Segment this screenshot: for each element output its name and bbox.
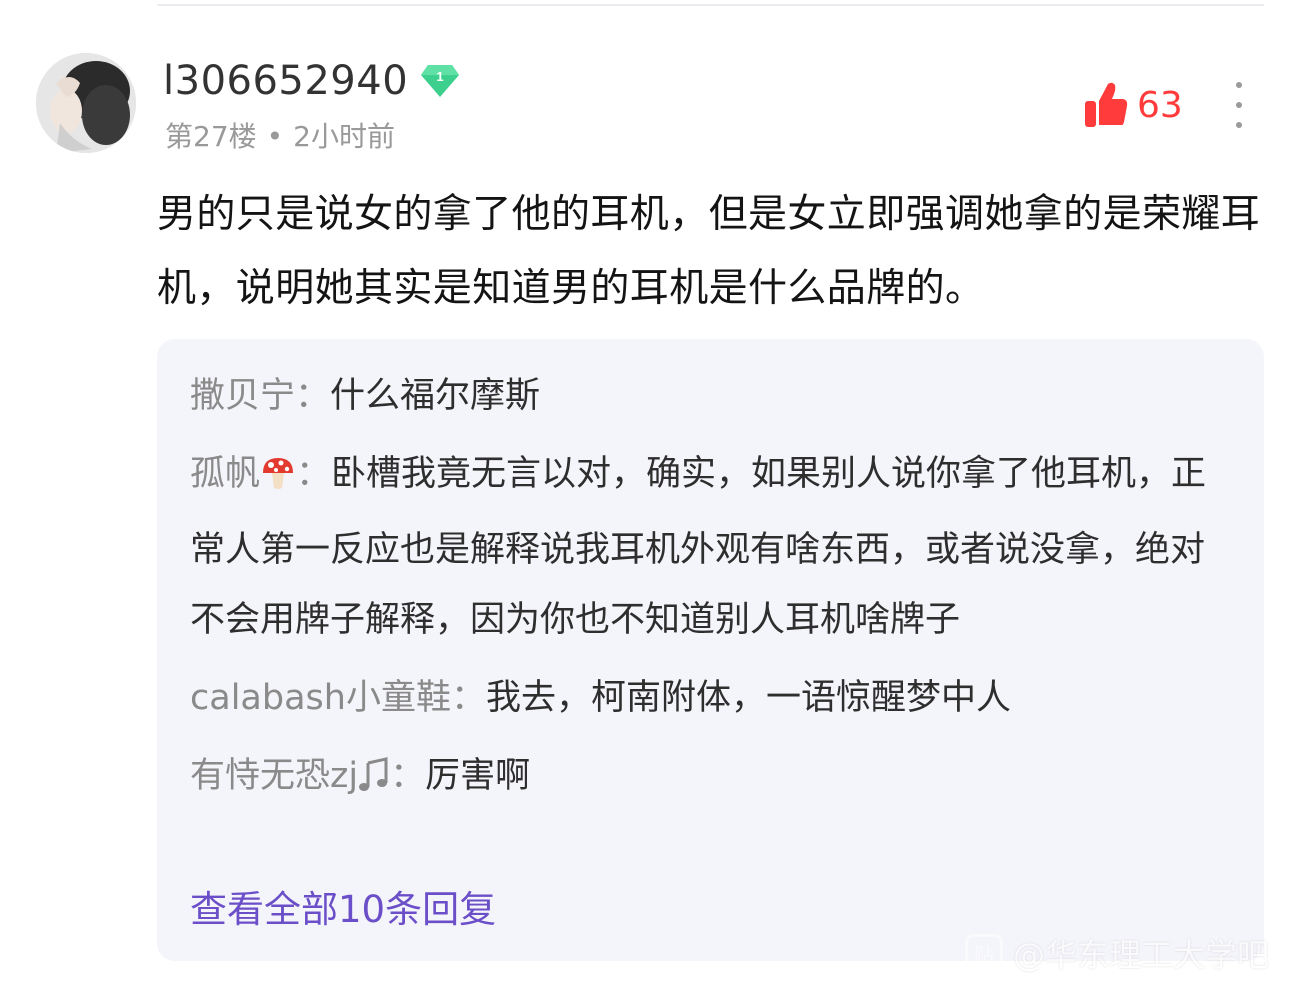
post-meta: 第27楼 • 2小时前 <box>165 115 395 155</box>
reply-item[interactable]: calabash小童鞋：我去，柯南附体，一语惊醒梦中人 <box>190 663 1230 733</box>
watermark-text: @华东理工大学吧 <box>1013 936 1270 974</box>
reply-item[interactable]: 孤帆 ：卧槽我竟无言以对，确实，如果别人说你拿了他耳机，正常人第一反应也是解释说我… <box>190 439 1230 655</box>
reply-author[interactable]: 撒贝宁 <box>190 376 295 416</box>
reply-text: 什么福尔摩斯 <box>330 376 541 416</box>
username-row: l306652940 1 <box>163 56 460 106</box>
top-divider <box>157 4 1264 6</box>
avatar[interactable] <box>36 53 136 153</box>
tieba-logo-icon: 贴 <box>965 934 1003 972</box>
reply-colon: ： <box>296 454 332 494</box>
floor-label: 第27楼 <box>165 120 257 153</box>
reply-text: 我去，柯南附体，一语惊醒梦中人 <box>485 678 1011 718</box>
level-diamond-icon: 1 <box>420 63 460 99</box>
reply-colon: ： <box>390 756 426 796</box>
thumbs-up-icon <box>1085 82 1128 127</box>
reply-item[interactable]: 撒贝宁：什么福尔摩斯 <box>190 361 1230 431</box>
comment-page: l306652940 1 第27楼 • 2小时前 63 男的只是说女的拿了他的耳机，… <box>0 0 1300 987</box>
reply-text: 厉害啊 <box>425 756 531 796</box>
more-dot <box>1236 102 1242 108</box>
music-note-emoji <box>358 747 390 817</box>
reply-colon: ： <box>450 678 486 718</box>
reply-colon: ： <box>295 376 331 416</box>
view-all-replies-link[interactable]: 查看全部10条回复 <box>190 879 496 933</box>
comment-content: 男的只是说女的拿了他的耳机，但是女立即强调她拿的是荣耀耳机，说明她其实是知道男的… <box>157 192 1261 311</box>
more-dot <box>1236 122 1242 128</box>
more-dot <box>1236 82 1242 88</box>
time-ago: 2小时前 <box>293 120 395 153</box>
reply-author[interactable]: calabash小童鞋 <box>190 678 451 718</box>
reply-panel: 撒贝宁：什么福尔摩斯 孤帆 ：卧槽我竟无言以对，确实，如果别人说你拿了他耳机，正常… <box>157 339 1264 961</box>
more-vertical-icon[interactable] <box>1225 82 1253 128</box>
reply-author[interactable]: 孤帆 <box>190 454 260 494</box>
like-count: 63 <box>1137 84 1183 126</box>
reply-text: 卧槽我竟无言以对，确实，如果别人说你拿了他耳机，正常人第一反应也是解释说我耳机外… <box>190 454 1207 640</box>
reply-author[interactable]: 有恃无恐zj <box>190 756 358 796</box>
like-button[interactable]: 63 <box>1083 80 1183 130</box>
meta-separator: • <box>266 120 284 153</box>
level-badge-number: 1 <box>437 69 444 84</box>
username[interactable]: l306652940 <box>163 58 408 104</box>
reply-item[interactable]: 有恃无恐zj ：厉害啊 <box>190 741 1230 817</box>
watermark: 贴 @华东理工大学吧 <box>965 930 1269 976</box>
mushroom-emoji <box>260 445 296 515</box>
